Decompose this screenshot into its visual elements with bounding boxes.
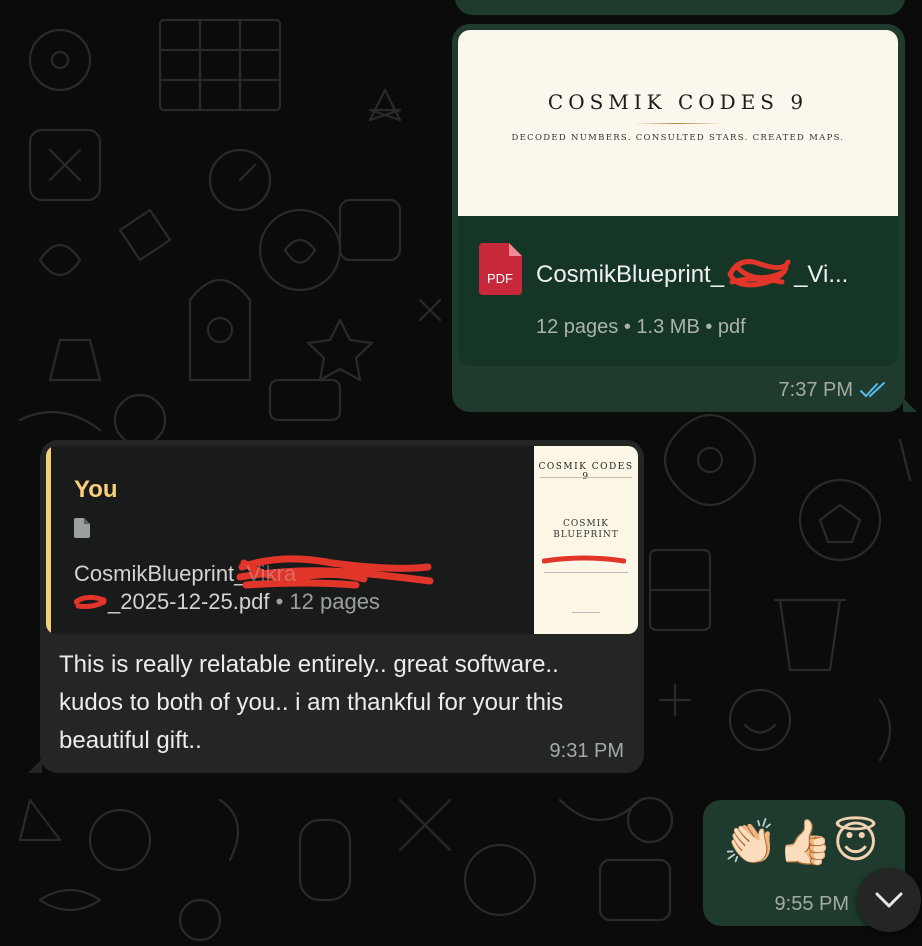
- quoted-file-name: CosmikBlueprint_Vikra: [74, 553, 436, 593]
- meta-separator: •: [623, 316, 637, 338]
- bubble-tail: [28, 759, 42, 773]
- message-timestamp: 9:31 PM: [549, 740, 624, 762]
- document-meta: 12 pages • 1.3 MB • pdf: [536, 316, 746, 339]
- quoted-author: You: [74, 476, 118, 503]
- document-file-name: CosmikBlueprint_ _Vi...: [536, 256, 848, 290]
- document-pages: 12 pages: [536, 316, 619, 338]
- pdf-badge-label: PDF: [487, 271, 513, 286]
- thumbnail-heading-line1: COSMIK: [563, 519, 609, 529]
- document-file-name-end: _Vi...: [794, 261, 849, 288]
- double-check-icon: [860, 382, 885, 398]
- document-preview-subtitle: DECODED NUMBERS. CONSULTED STARS. CREATE…: [511, 133, 845, 143]
- quoted-document-thumbnail: COSMIK CODES 9 COSMIK BLUEPRINT: [534, 446, 638, 634]
- document-preview[interactable]: COSMIK CODES 9 DECODED NUMBERS. CONSULTE…: [458, 30, 898, 216]
- document-message-bubble[interactable]: COSMIK CODES 9 DECODED NUMBERS. CONSULTE…: [452, 24, 917, 412]
- chevron-down-icon: [875, 892, 903, 908]
- meta-separator: •: [705, 316, 718, 338]
- document-info[interactable]: PDF CosmikBlueprint_ _Vi... 12 pages • 1.…: [458, 216, 898, 366]
- quoted-file-meta: _2025-12-25.pdf • 12 pages: [73, 589, 380, 615]
- message-timestamp: 7:37 PM: [778, 379, 853, 401]
- document-extension: pdf: [717, 316, 746, 338]
- quoted-file-pages: 12 pages: [289, 589, 380, 614]
- thumbnail-title: COSMIK CODES 9: [538, 462, 634, 482]
- document-preview-title: COSMIK CODES 9: [547, 90, 809, 114]
- quoted-message[interactable]: You CosmikBlueprint_Vikra _2025-12-25.pd…: [46, 446, 638, 634]
- thumbnail-rule: [544, 572, 628, 573]
- incoming-message-bubble[interactable]: You CosmikBlueprint_Vikra _2025-12-25.pd…: [28, 440, 644, 773]
- redaction-scribble: [73, 594, 107, 609]
- quoted-file-date: _2025-12-25.pdf: [108, 589, 270, 614]
- thumbnail-divider: [540, 477, 632, 478]
- thumbnail-heading-line2: BLUEPRINT: [553, 530, 619, 540]
- document-card[interactable]: COSMIK CODES 9 DECODED NUMBERS. CONSULTE…: [458, 30, 898, 366]
- thumbnail-footer: [572, 612, 600, 613]
- message-text: This is really relatable entirely.. grea…: [59, 651, 564, 754]
- document-size: 1.3 MB: [636, 316, 700, 338]
- pdf-file-icon: PDF: [479, 243, 522, 295]
- document-preview-divider: [634, 123, 722, 124]
- meta-separator: •: [269, 589, 290, 614]
- thumbnail-heading: COSMIK BLUEPRINT: [534, 519, 638, 541]
- quote-accent-bar: [46, 446, 51, 634]
- quoted-file-name-start: CosmikBlueprint_: [74, 561, 247, 586]
- bubble-tail: [903, 398, 917, 412]
- quoted-file-name-obscured: Vikra: [246, 561, 297, 586]
- previous-message-bubble[interactable]: [455, 0, 905, 15]
- file-icon: [74, 518, 90, 538]
- redaction-scribble: [542, 555, 626, 564]
- scroll-to-bottom-button[interactable]: [857, 868, 921, 932]
- redaction-scribble: [727, 259, 791, 288]
- document-file-name-start: CosmikBlueprint_: [536, 261, 725, 288]
- emoji-message-text: 👏🏻👍🏻😇: [723, 817, 879, 868]
- message-timestamp: 9:55 PM: [774, 893, 849, 915]
